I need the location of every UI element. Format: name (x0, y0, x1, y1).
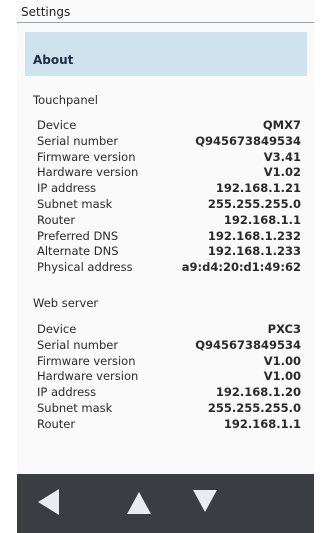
info-row: Router 192.168.1.1 (37, 417, 301, 433)
info-label: IP address (37, 181, 97, 196)
info-label: Serial number (37, 133, 119, 148)
info-label: Subnet mask (37, 400, 113, 415)
scroll-up-button[interactable] (119, 482, 159, 522)
info-label: Hardware version (37, 369, 139, 384)
info-row: Hardware version V1.02 (37, 165, 301, 181)
touchpanel-info-list: Device QMX7 Serial number Q945673849534 Fi… (37, 118, 301, 276)
info-value: V1.00 (263, 353, 301, 368)
info-row: Firmware version V1.00 (37, 354, 301, 370)
webserver-heading: Web server (33, 296, 99, 310)
info-row: Subnet mask 255.255.255.0 (37, 401, 301, 417)
info-label: Physical address (37, 260, 133, 275)
settings-screen: Settings About Touchpanel Device QMX7 Ser… (0, 0, 327, 533)
info-label: Device (37, 322, 77, 336)
info-label: Firmware version (37, 353, 136, 368)
info-value: 255.255.255.0 (207, 196, 301, 211)
info-row: Hardware version V1.00 (37, 369, 301, 385)
info-label: Alternate DNS (37, 244, 119, 259)
info-row: Device PXC3 (37, 322, 301, 338)
info-label: IP address (37, 385, 97, 400)
info-label: Router (37, 416, 76, 431)
info-row: IP address 192.168.1.21 (37, 181, 301, 197)
back-arrow-icon (38, 489, 59, 515)
info-row: Serial number Q945673849534 (37, 134, 301, 150)
info-row: Subnet mask 255.255.255.0 (37, 197, 301, 213)
back-button[interactable] (29, 482, 69, 522)
info-row: Device QMX7 (37, 118, 301, 134)
info-label: Firmware version (37, 149, 136, 164)
touchpanel-heading: Touchpanel (33, 93, 98, 107)
info-value: QMX7 (262, 118, 301, 132)
info-label: Device (37, 118, 77, 132)
down-arrow-icon (193, 490, 217, 512)
info-value: 192.168.1.20 (215, 385, 301, 400)
info-value: PXC3 (267, 322, 301, 336)
info-label: Router (37, 212, 76, 227)
navigation-bar (17, 474, 314, 533)
page-title: Settings (17, 0, 314, 23)
about-label: About (33, 53, 74, 67)
info-value: 192.168.1.21 (215, 181, 301, 196)
info-row: Alternate DNS 192.168.1.233 (37, 244, 301, 260)
info-row: Preferred DNS 192.168.1.232 (37, 229, 301, 245)
info-value: 255.255.255.0 (207, 400, 301, 415)
info-value: 192.168.1.233 (207, 244, 301, 259)
info-value: a9:d4:20:d1:49:62 (181, 260, 301, 275)
up-arrow-icon (127, 492, 151, 514)
info-label: Serial number (37, 337, 119, 352)
webserver-info-list: Device PXC3 Serial number Q945673849534 Fi… (37, 322, 301, 433)
info-label: Subnet mask (37, 196, 113, 211)
info-value: V3.41 (263, 149, 301, 164)
info-value: Q945673849534 (195, 133, 301, 148)
info-row: Serial number Q945673849534 (37, 338, 301, 354)
info-value: 192.168.1.232 (207, 228, 301, 243)
info-value: 192.168.1.1 (223, 212, 301, 227)
info-row: Firmware version V3.41 (37, 150, 301, 166)
info-row: IP address 192.168.1.20 (37, 385, 301, 401)
about-tab[interactable]: About (25, 32, 307, 76)
info-label: Preferred DNS (37, 228, 119, 243)
scroll-down-button[interactable] (185, 482, 225, 522)
info-value: V1.02 (263, 165, 301, 180)
info-value: 192.168.1.1 (223, 416, 301, 431)
info-value: V1.00 (263, 369, 301, 384)
settings-panel: Settings About Touchpanel Device QMX7 Ser… (17, 0, 314, 474)
info-row: Router 192.168.1.1 (37, 213, 301, 229)
info-value: Q945673849534 (195, 337, 301, 352)
info-row: Physical address a9:d4:20:d1:49:62 (37, 260, 301, 276)
info-label: Hardware version (37, 165, 139, 180)
